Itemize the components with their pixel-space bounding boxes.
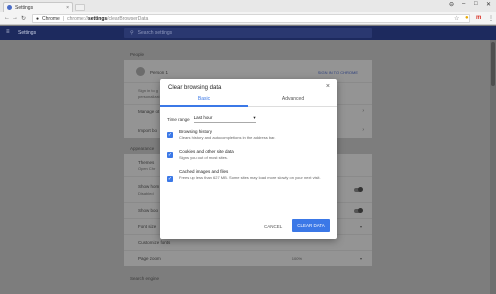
people-heading: People bbox=[130, 52, 145, 57]
settings-favicon-icon bbox=[7, 5, 12, 10]
back-icon[interactable]: ← bbox=[4, 15, 10, 21]
option-title: Cached images and files bbox=[179, 169, 229, 174]
clear-browsing-data-dialog: Clear browsing data × Basic Advanced Tim… bbox=[160, 79, 337, 239]
option-subtitle: Clears history and autocompletions in th… bbox=[179, 135, 276, 140]
reload-icon[interactable]: ↻ bbox=[21, 15, 26, 22]
checkbox-checked-icon[interactable]: ✓ bbox=[167, 152, 173, 158]
page-zoom-row: Page zoom bbox=[138, 256, 161, 261]
themes-row[interactable]: Themes bbox=[138, 160, 154, 165]
option-title: Browsing history bbox=[179, 129, 213, 134]
show-home-sub: Disabled bbox=[138, 191, 154, 196]
active-tab-indicator bbox=[160, 105, 248, 107]
avatar bbox=[136, 67, 145, 76]
chevron-right-icon: › bbox=[362, 108, 364, 114]
address-bar[interactable]: ● Chrome | chrome:// settings /clearBrow… bbox=[32, 14, 470, 23]
url-host: settings bbox=[87, 15, 108, 22]
tab-strip: Settings × ⊖ – □ ✕ bbox=[0, 0, 496, 12]
option-subtitle: Signs you out of most sites. bbox=[179, 155, 228, 160]
star-icon[interactable]: ☆ bbox=[454, 15, 459, 22]
time-range-label: Time range bbox=[167, 116, 190, 122]
option-title: Cookies and other site data bbox=[179, 149, 234, 154]
time-range-value: Last hour bbox=[193, 115, 213, 120]
show-bookmarks-row: Show boo bbox=[138, 208, 159, 213]
customize-fonts-row[interactable]: Customize fonts bbox=[138, 240, 170, 245]
settings-header: ≡ Settings ⚲ Search settings bbox=[0, 26, 496, 40]
dialog-title: Clear browsing data bbox=[168, 85, 222, 91]
tab-settings[interactable]: Settings × bbox=[3, 2, 73, 12]
divider bbox=[124, 250, 372, 251]
minimize-button[interactable]: – bbox=[462, 1, 465, 7]
tab-advanced[interactable]: Advanced bbox=[249, 96, 337, 102]
chrome-label: Chrome bbox=[42, 15, 60, 22]
chevron-down-icon: ▾ bbox=[253, 115, 256, 120]
search-engine-heading: Search engine bbox=[130, 276, 160, 281]
browser-toolbar: ← → ↻ ● Chrome | chrome:// settings /cle… bbox=[0, 12, 496, 25]
time-range-row: Time range Last hour ▾ bbox=[167, 115, 256, 123]
menu-icon[interactable]: ⋮ bbox=[488, 15, 494, 22]
show-home-toggle[interactable] bbox=[354, 187, 363, 192]
sign-in-text-2: personalizat bbox=[138, 94, 160, 99]
new-tab-button[interactable] bbox=[75, 4, 85, 11]
cancel-button[interactable]: CANCEL bbox=[264, 224, 282, 229]
option-subtitle: Frees up less than 627 MB. Some sites ma… bbox=[179, 175, 321, 180]
maximize-button[interactable]: □ bbox=[474, 1, 478, 7]
dialog-tabs: Basic Advanced bbox=[160, 93, 337, 107]
themes-sub: Open Chr bbox=[138, 166, 156, 171]
checkbox-checked-icon[interactable]: ✓ bbox=[167, 176, 173, 182]
search-settings-input[interactable]: ⚲ Search settings bbox=[124, 28, 372, 38]
close-window-button[interactable]: ✕ bbox=[486, 1, 491, 8]
tab-close-icon[interactable]: × bbox=[66, 5, 69, 11]
page-title: Settings bbox=[18, 30, 37, 36]
appearance-heading: Appearance bbox=[130, 146, 155, 151]
manage-other-people-row[interactable]: Manage ot bbox=[138, 109, 159, 114]
search-icon: ⚲ bbox=[130, 30, 134, 36]
tab-title: Settings bbox=[15, 4, 34, 11]
scrollbar-thumb[interactable] bbox=[491, 42, 495, 86]
forward-icon[interactable]: → bbox=[12, 15, 18, 21]
chevron-right-icon: › bbox=[362, 127, 364, 133]
person-name: Person 1 bbox=[150, 70, 169, 75]
page-zoom-dropdown-icon[interactable]: ▾ bbox=[360, 256, 362, 261]
clear-data-button[interactable]: CLEAR DATA bbox=[292, 219, 330, 232]
gmail-icon[interactable]: m bbox=[476, 15, 481, 21]
omnibox-separator: | bbox=[62, 15, 65, 22]
import-bookmarks-row[interactable]: Import bo bbox=[138, 128, 157, 133]
profile-icon[interactable]: ⊖ bbox=[449, 1, 454, 8]
font-size-dropdown-icon[interactable]: ▾ bbox=[360, 224, 362, 229]
secure-icon: ● bbox=[36, 15, 40, 22]
extension-icon[interactable]: ● bbox=[465, 15, 469, 21]
show-bookmarks-toggle[interactable] bbox=[354, 208, 363, 213]
search-placeholder: Search settings bbox=[137, 30, 173, 36]
close-icon[interactable]: × bbox=[326, 83, 330, 90]
font-size-row: Font size bbox=[138, 224, 157, 229]
sign-in-text-1: Sign in to g bbox=[138, 88, 159, 93]
url-path: /clearBrowserData bbox=[107, 15, 149, 22]
sign-in-button[interactable]: SIGN IN TO CHROME bbox=[318, 70, 358, 75]
checkbox-checked-icon[interactable]: ✓ bbox=[167, 132, 173, 138]
hamburger-menu-icon[interactable]: ≡ bbox=[6, 29, 10, 35]
page-zoom-value[interactable]: 100% bbox=[292, 256, 302, 261]
tab-basic[interactable]: Basic bbox=[160, 96, 248, 102]
time-range-select[interactable]: Last hour ▾ bbox=[193, 115, 256, 123]
show-home-row: Show hom bbox=[138, 184, 160, 189]
url-scheme: chrome:// bbox=[67, 15, 88, 22]
